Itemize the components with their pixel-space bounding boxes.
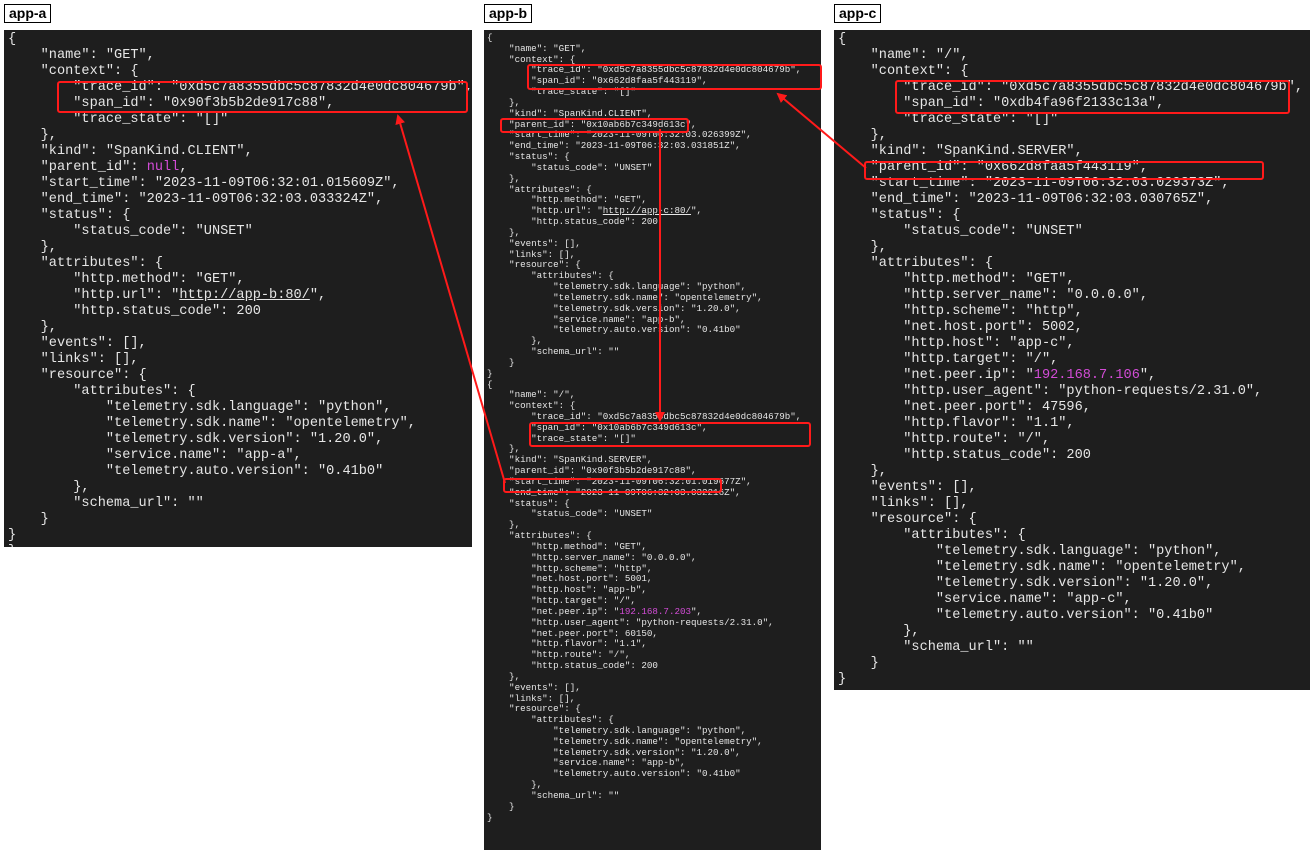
arrow-app-b-parent-to-app-a-span [395,114,506,484]
arrow-app-c-parent-to-app-b-client-span [776,92,867,169]
relationship-arrows [395,92,867,484]
